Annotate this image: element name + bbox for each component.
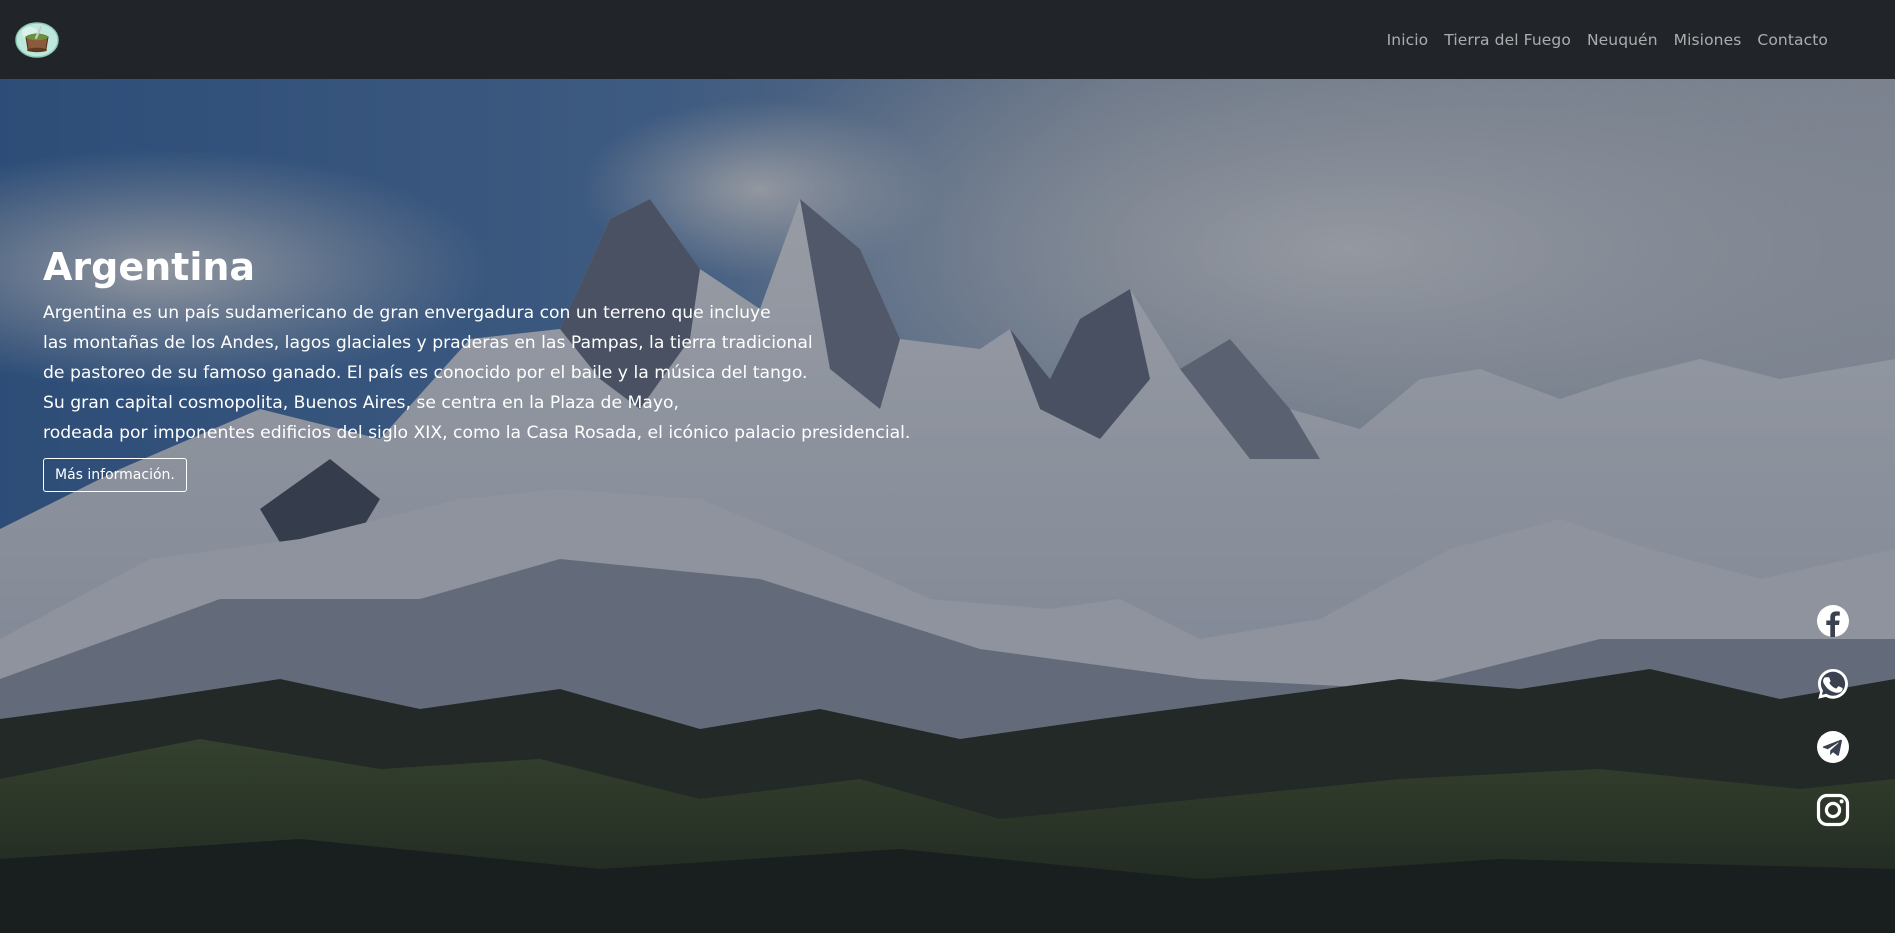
hero-description-line: de pastoreo de su famoso ganado. El país… — [43, 363, 808, 383]
hero-section: Argentina Argentina es un país sudameric… — [0, 79, 1895, 933]
nav-link-neuquen[interactable]: Neuquén — [1579, 31, 1666, 49]
nav-link-misiones[interactable]: Misiones — [1666, 31, 1750, 49]
more-info-button[interactable]: Más información. — [43, 458, 187, 492]
logo-link[interactable] — [14, 19, 60, 61]
instagram-link[interactable] — [1816, 793, 1850, 827]
hero-overlay — [0, 79, 1895, 933]
facebook-icon — [1817, 605, 1849, 637]
nav-links: Inicio Tierra del Fuego Neuquén Misiones… — [1379, 31, 1836, 49]
telegram-link[interactable] — [1816, 730, 1850, 764]
nav-link-tierra-del-fuego[interactable]: Tierra del Fuego — [1436, 31, 1579, 49]
nav-link-contacto[interactable]: Contacto — [1749, 31, 1836, 49]
nav-link-inicio[interactable]: Inicio — [1379, 31, 1437, 49]
hero-description-line: rodeada por imponentes edificios del sig… — [43, 423, 911, 443]
hero-content: Argentina Argentina es un país sudameric… — [43, 244, 943, 492]
instagram-icon — [1816, 793, 1850, 827]
hero-description: Argentina es un país sudamericano de gra… — [43, 298, 943, 448]
whatsapp-link[interactable] — [1816, 667, 1850, 701]
hero-description-line: Argentina es un país sudamericano de gra… — [43, 303, 771, 323]
social-links — [1816, 604, 1850, 827]
telegram-icon — [1817, 731, 1849, 763]
hero-title: Argentina — [43, 245, 256, 289]
facebook-link[interactable] — [1816, 604, 1850, 638]
hero-description-line: Su gran capital cosmopolita, Buenos Aire… — [43, 393, 679, 413]
whatsapp-icon — [1818, 669, 1848, 699]
hero-description-line: las montañas de los Andes, lagos glacial… — [43, 333, 813, 353]
mate-cup-logo-icon — [15, 21, 59, 58]
navbar: Inicio Tierra del Fuego Neuquén Misiones… — [0, 0, 1895, 79]
